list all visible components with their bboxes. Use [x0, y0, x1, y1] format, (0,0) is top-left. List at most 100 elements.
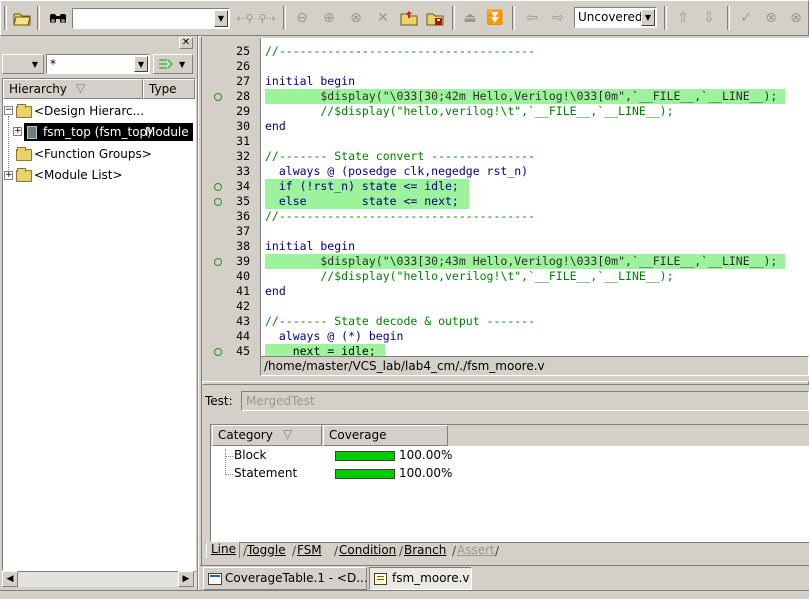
column-header-hierarchy-label: Hierarchy — [9, 82, 68, 96]
horizontal-scrollbar[interactable] — [2, 571, 196, 587]
chevron-down-icon[interactable]: ▼ — [134, 56, 148, 72]
tree-node-module-list[interactable]: <Module List> — [16, 166, 123, 184]
tree-node-fsm-top[interactable]: fsm_top (fsm_top) Module — [24, 123, 193, 141]
code-text: initial begin — [265, 74, 356, 88]
open-folder-icon[interactable] — [10, 6, 34, 30]
chevron-down-icon[interactable]: ▼ — [641, 9, 655, 26]
reject-icon: ⊗ — [765, 10, 777, 26]
column-header-hierarchy[interactable]: Hierarchy ▽ — [3, 79, 143, 99]
zoom-out-icon: ⊖ — [296, 10, 308, 26]
coverage-circle-icon — [214, 258, 222, 266]
filter-type-dropdown[interactable]: ▼ — [2, 54, 44, 74]
code-text: //------- State convert --------------- — [265, 149, 536, 163]
delete-icon: ✕ — [377, 10, 389, 26]
coverage-row-block[interactable]: Block 100.00% — [234, 448, 534, 465]
taskbar-item-label: fsm_moore.v — [392, 571, 470, 585]
coverage-bar — [335, 469, 395, 479]
tree-node-label: <Module List> — [34, 168, 123, 182]
chevron-down-icon[interactable]: ▼ — [214, 10, 228, 27]
code-line: if (!rst_n) state <= idle; — [265, 179, 469, 194]
tree-expander[interactable]: + — [13, 127, 22, 136]
taskbar-item-label: CoverageTable.1 - <D... — [225, 571, 367, 585]
taskbar-item-fsm-moore[interactable]: fsm_moore.v — [369, 567, 472, 590]
line-number: 36 — [236, 209, 250, 223]
column-header-category[interactable]: Category ▽ — [212, 425, 322, 446]
code-text: always @ (posedge clk,negedge rst_n) — [265, 164, 529, 178]
collapse-up-icon: ⏏ — [463, 10, 477, 26]
line-number: 32 — [236, 149, 250, 163]
code-text: else state <= next; — [265, 194, 459, 208]
zoom-in-icon: ⊕ — [323, 10, 335, 26]
code-line: $display("\033[30;42m Hello,Verilog!\033… — [265, 89, 785, 104]
scroll-left-button[interactable]: ◀ — [2, 571, 18, 587]
coverage-filter-combo[interactable]: Uncovered ▼ — [574, 7, 657, 28]
collapse-down-icon: ⏬ — [486, 10, 504, 26]
line-number: 27 — [236, 74, 250, 88]
scroll-right-button[interactable]: ▶ — [178, 571, 194, 587]
tab-assert: Assert — [457, 543, 495, 557]
folder-icon — [16, 103, 32, 118]
line-numbers: 25 26 27 28 29 30 31 32 33 34 35 36 37 38 39 40 41 42 43 44… — [202, 38, 260, 356]
tab-fsm[interactable]: FSM — [297, 543, 322, 557]
test-field-value: MergedTest — [246, 394, 315, 408]
chevron-down-icon[interactable]: ▼ — [28, 56, 42, 72]
code-line: //$display("hello,verilog!\t",`__FILE__,… — [265, 104, 809, 119]
hierarchy-filter-combo[interactable]: * ▼ — [46, 54, 150, 74]
column-header-type[interactable]: Type — [143, 79, 195, 99]
coverage-row-statement[interactable]: Statement 100.00% — [234, 466, 534, 483]
find-binoculars-icon[interactable] — [46, 6, 70, 30]
line-number: 33 — [236, 164, 250, 178]
taskbar-item-coverage-table[interactable]: CoverageTable.1 - <D... — [203, 567, 367, 590]
coverage-circle-icon — [214, 348, 222, 356]
code-line: //------- State decode & output ------- — [265, 314, 809, 329]
line-number: 42 — [236, 299, 250, 313]
line-number: 37 — [236, 224, 250, 238]
panel-close-button[interactable]: ✕ — [179, 37, 193, 49]
module-icon — [27, 126, 37, 139]
code-text: //$display("hello,verilog!\t",`__FILE__,… — [265, 104, 674, 118]
save-file-icon[interactable] — [423, 6, 447, 30]
code-text: end — [265, 119, 286, 133]
code-line: initial begin — [265, 74, 809, 89]
line-number: 29 — [236, 104, 250, 118]
line-number: 30 — [236, 119, 250, 133]
line-number: 41 — [236, 284, 250, 298]
tab-line[interactable]: Line — [206, 542, 240, 558]
line-number: 40 — [236, 269, 250, 283]
code-text: always @ (*) begin — [265, 329, 404, 343]
line-number: 39 — [236, 254, 250, 268]
status-bar — [0, 590, 809, 599]
find-prev-icon: ⇠⚲ — [236, 11, 254, 25]
clear-icon: ⊗ — [790, 10, 802, 26]
tab-branch[interactable]: Branch — [404, 543, 446, 557]
tree-options-button[interactable]: ▼ — [153, 54, 193, 74]
tree-expander[interactable]: − — [4, 106, 13, 115]
test-field: MergedTest — [241, 391, 809, 411]
tab-line-label: Line — [211, 542, 237, 556]
tree-expander[interactable]: + — [4, 171, 13, 180]
code-text: $display("\033[30;42m Hello,Verilog!\033… — [265, 89, 778, 103]
code-text: initial begin — [265, 239, 356, 253]
find-next-icon: ⚲⇢ — [258, 11, 276, 25]
line-number: 25 — [236, 44, 250, 58]
move-down-icon: ⇩ — [703, 10, 715, 26]
tab-condition[interactable]: Condition — [339, 543, 396, 557]
tree-node-design-hierarchy[interactable]: <Design Hierarc... — [16, 102, 144, 120]
coverage-circle-icon — [214, 183, 222, 191]
tab-toggle[interactable]: Toggle — [247, 543, 286, 557]
tree-node-label: <Function Groups> — [34, 147, 152, 161]
coverage-value: 100.00% — [399, 466, 453, 480]
tree-node-function-groups[interactable]: <Function Groups> — [16, 145, 152, 163]
code-text: if (!rst_n) state <= idle; — [265, 179, 459, 193]
code-line: //$display("hello,verilog!\t",`__FILE__,… — [265, 269, 809, 284]
horizontal-splitter[interactable] — [202, 381, 809, 385]
accept-icon: ✓ — [740, 10, 752, 26]
search-combo[interactable]: ▼ — [72, 8, 230, 29]
code-text: next = idle; — [265, 344, 376, 356]
folder-icon — [16, 146, 32, 161]
code-line: $display("\033[30;43m Hello,Verilog!\033… — [265, 254, 785, 269]
open-file-icon[interactable] — [397, 6, 421, 30]
column-header-coverage[interactable]: Coverage — [323, 425, 448, 446]
